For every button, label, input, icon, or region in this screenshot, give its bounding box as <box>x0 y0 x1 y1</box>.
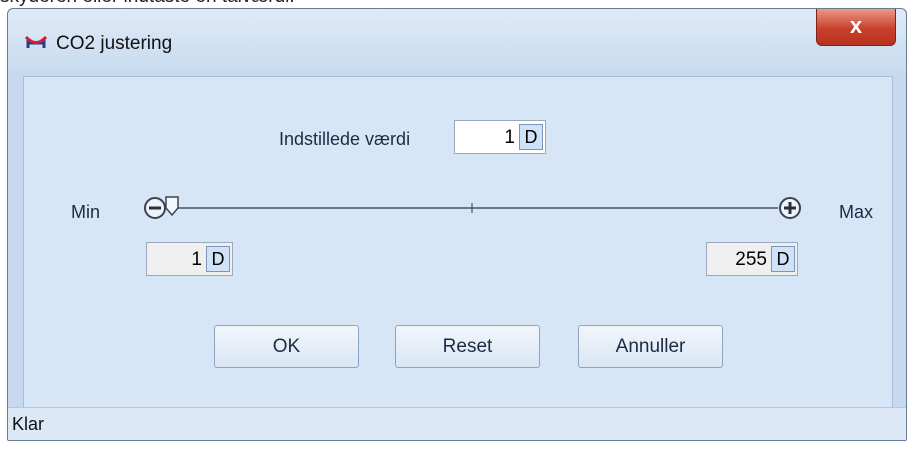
setpoint-unit-button[interactable]: D <box>519 124 543 150</box>
background-text: skyderen eller indtaste en talværdi. <box>0 0 295 8</box>
max-unit-button[interactable]: D <box>771 246 795 272</box>
value-slider[interactable] <box>142 192 802 224</box>
min-value: 1 <box>191 249 202 270</box>
title-bar[interactable]: CO2 justering x <box>8 9 906 71</box>
dialog-window: CO2 justering x Indstillede værdi 1 D Mi… <box>7 8 907 441</box>
dialog-content: Indstillede værdi 1 D Min Max 1 D 255 D … <box>23 76 893 408</box>
max-label: Max <box>839 202 874 222</box>
ok-button[interactable]: OK <box>214 325 359 368</box>
app-logo-icon <box>24 36 48 48</box>
max-value-field[interactable]: 255 D <box>706 242 798 276</box>
slider-thumb[interactable] <box>165 196 179 217</box>
setpoint-label: Indstillede værdi <box>279 129 411 149</box>
max-value: 255 <box>735 249 767 270</box>
close-icon: x <box>849 13 863 38</box>
window-title: CO2 justering <box>56 33 173 54</box>
reset-button[interactable]: Reset <box>395 325 540 368</box>
decrease-button[interactable] <box>144 197 166 219</box>
min-value-field[interactable]: 1 D <box>146 242 233 276</box>
status-text: Klar <box>12 414 45 434</box>
setpoint-field[interactable]: 1 D <box>454 120 546 154</box>
min-label: Min <box>71 202 101 222</box>
status-bar: Klar <box>8 407 906 440</box>
cancel-button[interactable]: Annuller <box>578 325 723 368</box>
setpoint-value: 1 <box>504 127 515 148</box>
min-unit-button[interactable]: D <box>206 246 230 272</box>
increase-button[interactable] <box>779 197 801 219</box>
close-button[interactable]: x <box>816 9 896 46</box>
